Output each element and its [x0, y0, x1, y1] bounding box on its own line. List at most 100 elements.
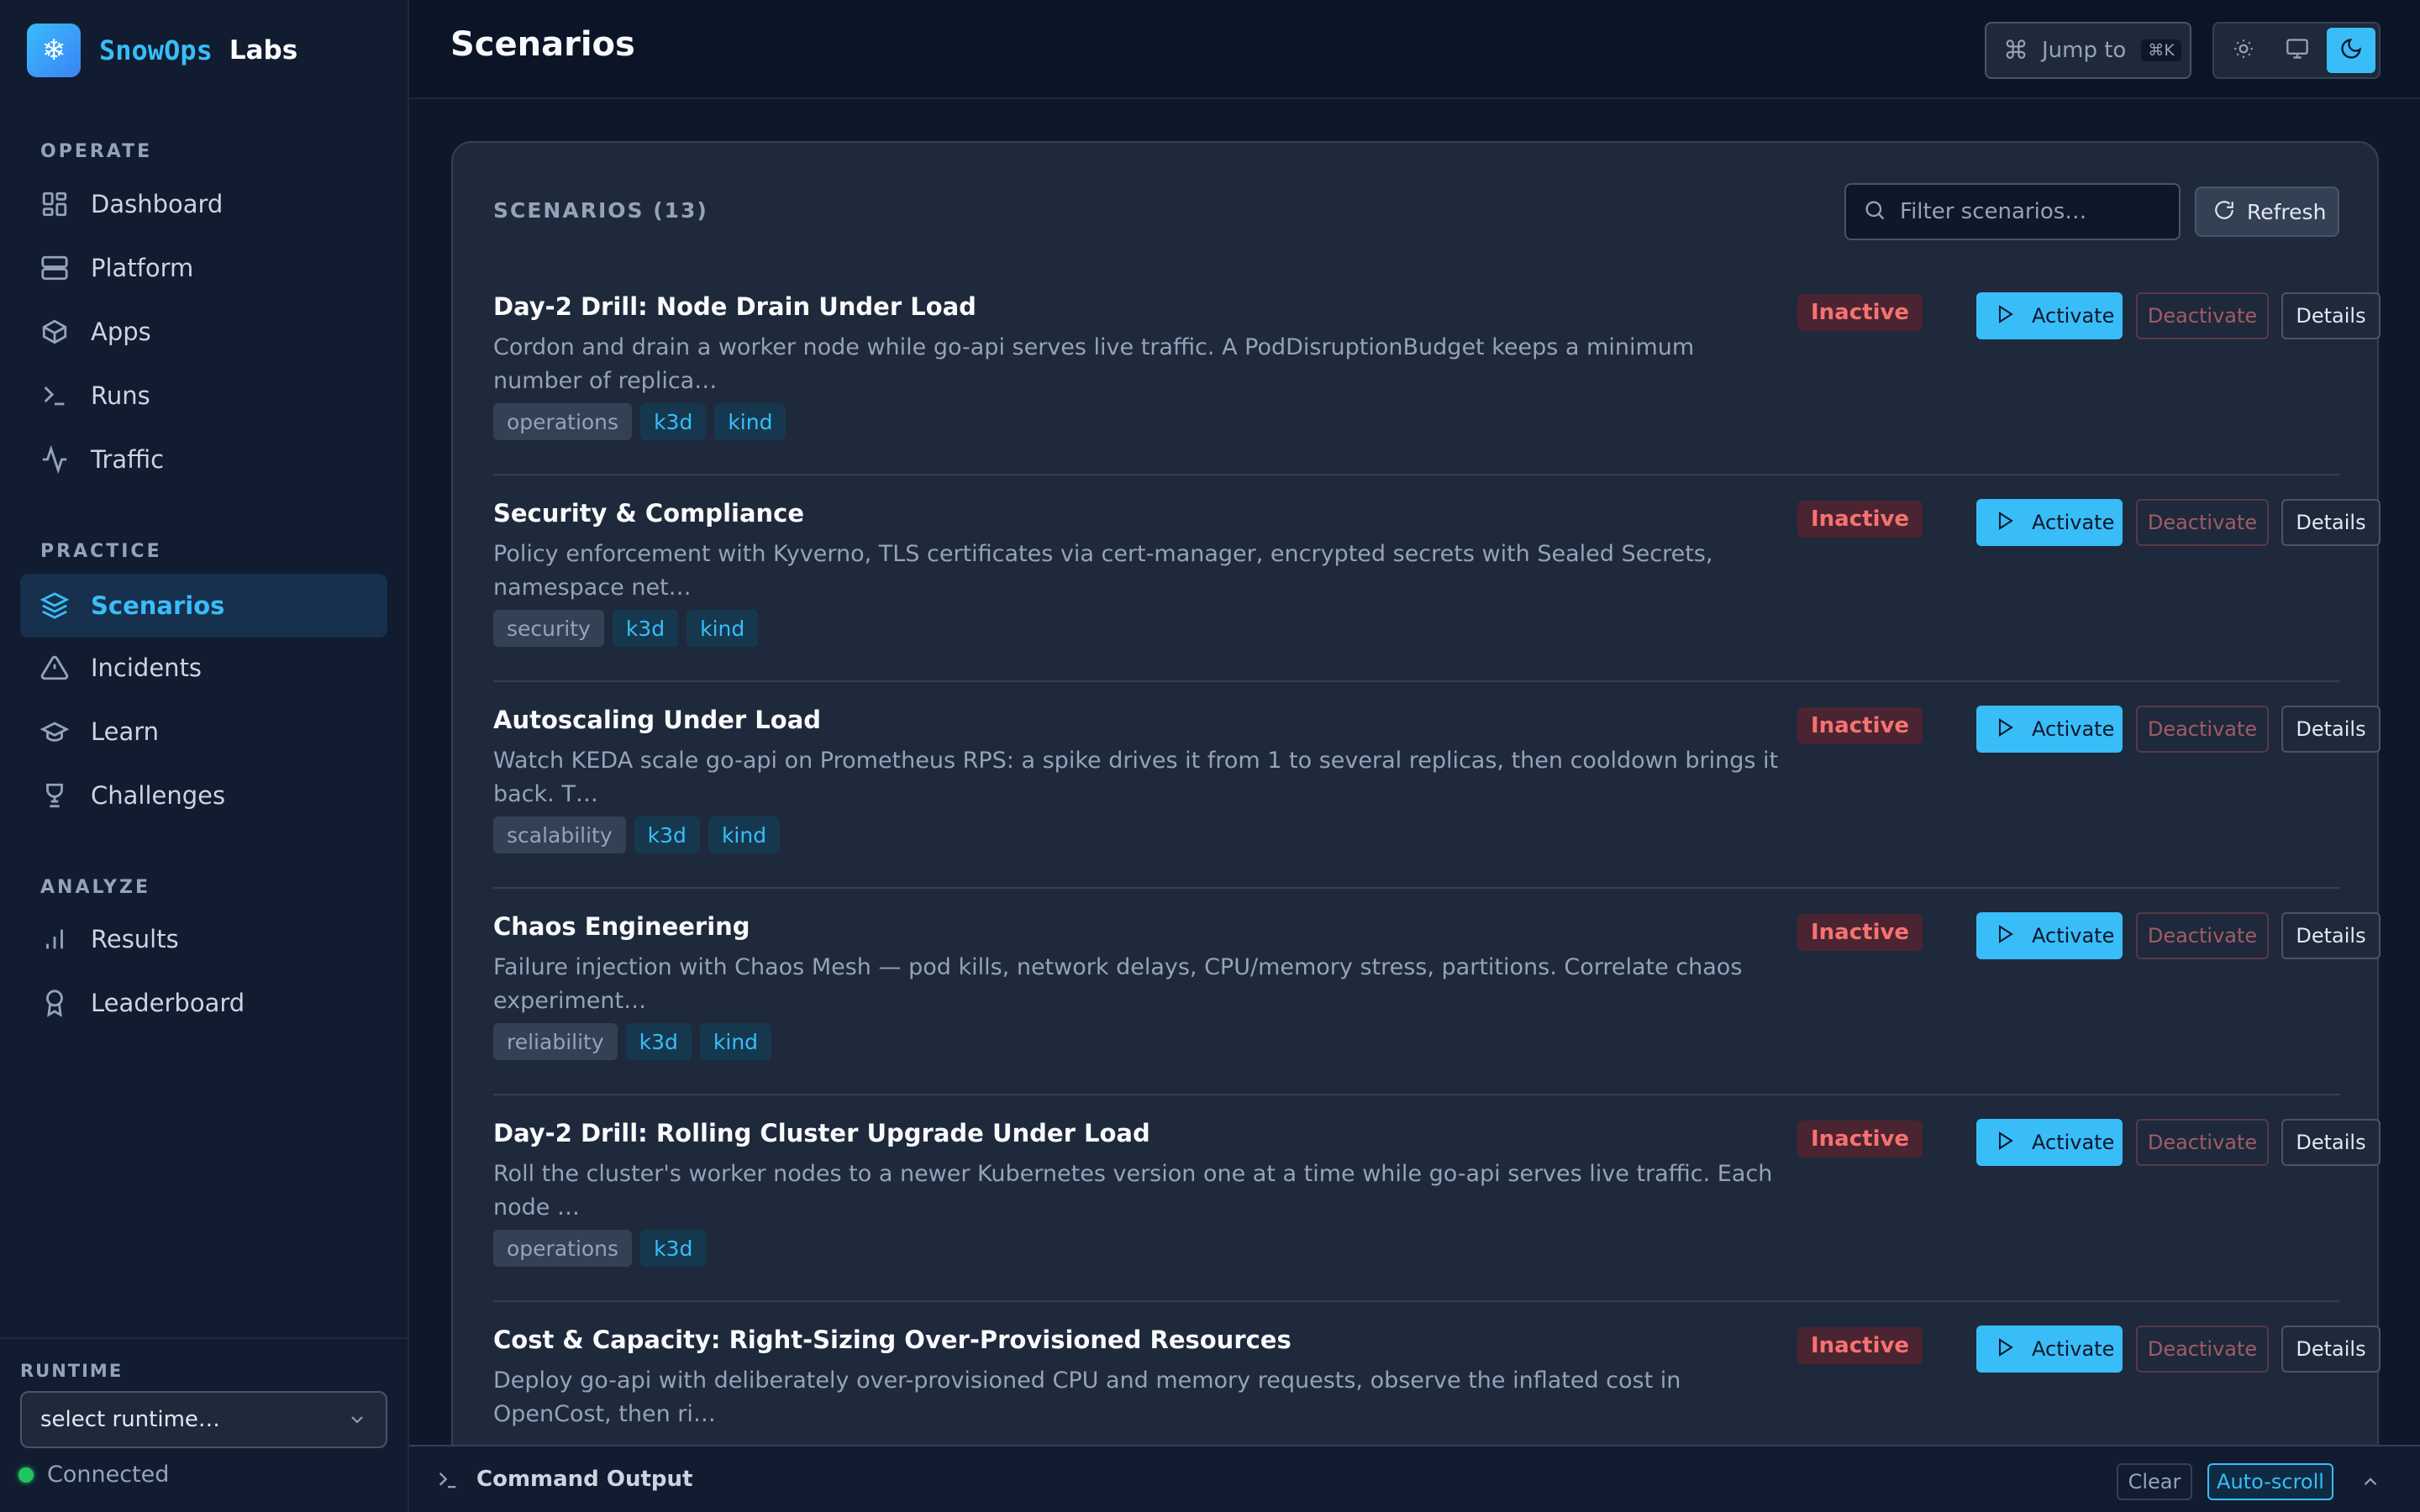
tag: kind [687, 610, 759, 647]
sidebar-item-platform[interactable]: Platform [20, 236, 387, 300]
play-icon [1995, 304, 2015, 328]
brand[interactable]: ❄ SnowOps Labs [27, 24, 297, 77]
sidebar-item-label: Runs [91, 381, 150, 410]
brand-sub: Labs [229, 35, 298, 66]
sidebar-item-label: Leaderboard [91, 989, 245, 1017]
details-button[interactable]: Details [2281, 1326, 2381, 1373]
tag: k3d [634, 816, 700, 853]
filter-field[interactable] [1844, 183, 2181, 240]
scenario-title: Day-2 Drill: Rolling Cluster Upgrade Und… [493, 1119, 1150, 1147]
deactivate-button[interactable]: Deactivate [2136, 1326, 2269, 1373]
bar-chart-icon [40, 925, 69, 953]
box-icon [40, 318, 69, 346]
status-badge: Inactive [1797, 707, 1923, 744]
sidebar-item-learn[interactable]: Learn [20, 700, 387, 764]
terminal-icon [40, 381, 69, 410]
top-header: Scenarios ⌘ Jump to ⌘K [409, 0, 2420, 99]
deactivate-button[interactable]: Deactivate [2136, 1119, 2269, 1166]
activate-button[interactable]: Activate [1976, 912, 2123, 959]
activate-button[interactable]: Activate [1976, 1119, 2123, 1166]
tag: kind [708, 816, 781, 853]
runtime-select[interactable]: select runtime… [20, 1391, 387, 1448]
play-icon [1995, 1131, 2015, 1154]
tag: kind [699, 1023, 772, 1060]
command-output-bar: Command Output Clear Auto-scroll [409, 1445, 2420, 1512]
details-button[interactable]: Details [2281, 706, 2381, 753]
scenario-title: Chaos Engineering [493, 912, 750, 941]
sidebar-item-results[interactable]: Results [20, 907, 387, 971]
scenario-description: Failure injection with Chaos Mesh — pod … [493, 954, 1743, 1014]
terminal-icon [436, 1468, 460, 1495]
theme-light-button[interactable] [2219, 28, 2268, 73]
deactivate-button[interactable]: Deactivate [2136, 912, 2269, 959]
scenario-title: Day-2 Drill: Node Drain Under Load [493, 292, 976, 321]
activate-button[interactable]: Activate [1976, 292, 2123, 339]
scenario-row: Security & Compliance Policy enforcement… [493, 475, 2381, 682]
sidebar-item-runs[interactable]: Runs [20, 364, 387, 428]
deactivate-button[interactable]: Deactivate [2136, 292, 2269, 339]
activate-label: Activate [2032, 1131, 2115, 1154]
shortcut-badge: ⌘K [2141, 39, 2181, 61]
tag: k3d [640, 1230, 707, 1267]
award-icon [40, 989, 69, 1017]
grid-icon [40, 190, 69, 218]
clear-button[interactable]: Clear [2117, 1463, 2192, 1500]
sidebar-item-label: Platform [91, 254, 194, 282]
activate-label: Activate [2032, 924, 2115, 948]
sidebar-item-dashboard[interactable]: Dashboard [20, 172, 387, 236]
jump-to-button[interactable]: ⌘ Jump to ⌘K [1985, 22, 2191, 79]
details-button[interactable]: Details [2281, 912, 2381, 959]
play-icon [1995, 1337, 2015, 1361]
section-title-operate: OPERATE [40, 141, 153, 162]
monitor-icon [2286, 37, 2309, 64]
scenario-description: Policy enforcement with Kyverno, TLS cer… [493, 541, 1713, 601]
details-button[interactable]: Details [2281, 1119, 2381, 1166]
refresh-icon [2213, 199, 2235, 224]
runtime-selected-value: select runtime… [40, 1407, 220, 1432]
filter-input[interactable] [1900, 199, 2169, 224]
chevron-down-icon [347, 1410, 367, 1436]
deactivate-button[interactable]: Deactivate [2136, 706, 2269, 753]
details-button[interactable]: Details [2281, 499, 2381, 546]
snowflake-icon: ❄ [27, 24, 81, 77]
sidebar-item-label: Traffic [91, 445, 165, 474]
search-icon [1863, 198, 1886, 225]
sidebar-item-scenarios[interactable]: Scenarios [20, 574, 387, 638]
sidebar: ❄ SnowOps Labs OPERATE Dashboard Platfor… [0, 0, 409, 1512]
scenario-row: Chaos Engineering Failure injection with… [493, 889, 2381, 1095]
connection-status-label: Connected [47, 1462, 170, 1488]
scenario-description: Cordon and drain a worker node while go-… [493, 334, 1695, 394]
auto-scroll-toggle[interactable]: Auto-scroll [2207, 1463, 2333, 1500]
activity-icon [40, 445, 69, 474]
theme-dark-button[interactable] [2327, 28, 2375, 73]
scenario-title: Cost & Capacity: Right-Sizing Over-Provi… [493, 1326, 1292, 1354]
activate-button[interactable]: Activate [1976, 499, 2123, 546]
sidebar-item-apps[interactable]: Apps [20, 300, 387, 364]
card-title: SCENARIOS (13) [493, 198, 708, 223]
scenario-description: Roll the cluster's worker nodes to a new… [493, 1161, 1773, 1221]
status-badge: Inactive [1797, 1121, 1923, 1158]
chevron-up-icon[interactable] [2352, 1463, 2389, 1500]
sidebar-item-leaderboard[interactable]: Leaderboard [20, 971, 387, 1035]
tag: k3d [612, 610, 679, 647]
sidebar-item-challenges[interactable]: Challenges [20, 764, 387, 827]
sidebar-item-incidents[interactable]: Incidents [20, 636, 387, 700]
deactivate-button[interactable]: Deactivate [2136, 499, 2269, 546]
command-icon: ⌘ [2003, 35, 2028, 66]
sidebar-item-label: Results [91, 925, 179, 953]
play-icon [1995, 717, 2015, 741]
alert-triangle-icon [40, 654, 69, 682]
theme-system-button[interactable] [2273, 28, 2322, 73]
details-button[interactable]: Details [2281, 292, 2381, 339]
sidebar-item-label: Scenarios [91, 591, 225, 620]
activate-button[interactable]: Activate [1976, 1326, 2123, 1373]
refresh-button[interactable]: Refresh [2195, 186, 2339, 237]
status-badge: Inactive [1797, 501, 1923, 538]
tag: operations [493, 1230, 633, 1267]
status-badge: Inactive [1797, 294, 1923, 331]
sidebar-item-traffic[interactable]: Traffic [20, 428, 387, 491]
tag: security [493, 610, 604, 647]
activate-button[interactable]: Activate [1976, 706, 2123, 753]
activate-label: Activate [2032, 304, 2115, 328]
page-title: Scenarios [450, 25, 635, 64]
